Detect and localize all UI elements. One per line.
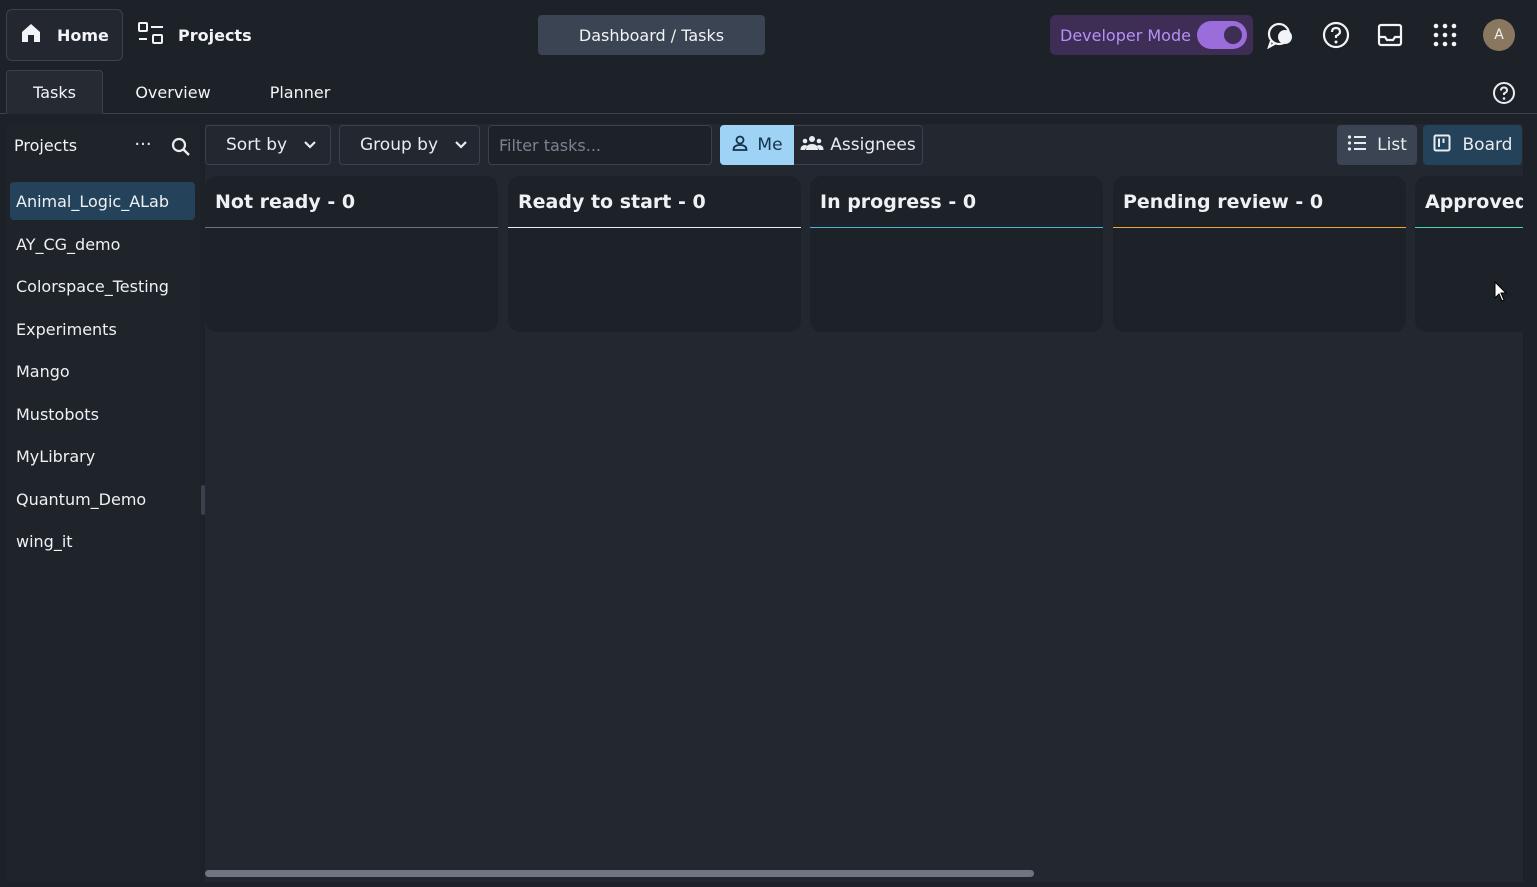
sidebar-header: Projects ··· (6, 124, 200, 168)
sidebar-item-experiments[interactable]: Experiments (10, 310, 195, 348)
column-approved: Approved - (1415, 176, 1523, 332)
sidebar-item-animal-logic-alab[interactable]: Animal_Logic_ALab (10, 182, 195, 220)
board-icon (1433, 134, 1451, 157)
column-title: Approved - (1425, 190, 1523, 213)
projects-sidebar: Projects ··· Animal_Logic_ALab AY_CG_dem… (6, 124, 200, 882)
home-button[interactable]: Home (6, 9, 123, 61)
sidebar-item-label: MyLibrary (16, 446, 96, 466)
column-title: Ready to start - 0 (518, 190, 706, 213)
tab-planner[interactable]: Planner (254, 70, 346, 114)
avatar[interactable]: A (1483, 19, 1515, 51)
sidebar-item-label: Mango (16, 361, 70, 381)
sidebar-item-label: Colorspace_Testing (16, 276, 169, 296)
apps-grid-icon[interactable] (1429, 18, 1461, 52)
task-board: Sort by Group by Me (205, 124, 1523, 882)
sidebar-item-quantum-demo[interactable]: Quantum_Demo (10, 480, 195, 518)
status-divider (205, 227, 498, 228)
help-icon[interactable] (1320, 18, 1352, 52)
horizontal-scrollbar[interactable] (205, 870, 1523, 877)
sidebar-item-mustobots[interactable]: Mustobots (10, 395, 195, 433)
sort-by-button[interactable]: Sort by (205, 125, 331, 165)
group-by-label: Group by (360, 135, 439, 155)
projects-button[interactable]: Projects (136, 14, 252, 56)
breadcrumb[interactable]: Dashboard / Tasks (538, 15, 765, 55)
tab-tasks-label: Tasks (33, 82, 76, 102)
home-icon (19, 21, 43, 49)
list-icon (1347, 134, 1367, 157)
column-pending-review: Pending review - 0 (1113, 176, 1406, 332)
tab-overview-label: Overview (135, 82, 211, 102)
page-help-icon[interactable] (1492, 81, 1516, 105)
chevron-down-icon (454, 135, 468, 155)
mouse-cursor-icon (1494, 280, 1508, 303)
tab-tasks[interactable]: Tasks (6, 70, 103, 114)
scrollbar-thumb[interactable] (205, 870, 1034, 877)
filter-tasks-input[interactable] (488, 125, 712, 165)
assignees-label: Assignees (830, 135, 916, 155)
status-divider (1415, 227, 1523, 228)
sidebar-item-label: AY_CG_demo (16, 234, 121, 254)
sidebar-item-label: Experiments (16, 319, 117, 339)
group-icon (800, 134, 824, 157)
person-icon (731, 134, 749, 157)
sidebar-item-wing-it[interactable]: wing_it (10, 522, 195, 560)
group-by-button[interactable]: Group by (339, 125, 480, 165)
sidebar-item-ay-cg-demo[interactable]: AY_CG_demo (10, 225, 195, 263)
top-bar: Home Projects Dashboard / Tasks Develope… (0, 0, 1537, 70)
me-label: Me (757, 135, 783, 155)
column-title: In progress - 0 (820, 190, 977, 213)
avatar-initial: A (1494, 27, 1504, 43)
sidebar-title: Projects (14, 136, 78, 155)
sidebar-item-label: wing_it (16, 531, 73, 551)
assignees-filter-button[interactable]: Assignees (794, 125, 923, 165)
status-divider (508, 227, 801, 228)
developer-mode-toggle[interactable] (1196, 21, 1247, 49)
sidebar-item-mango[interactable]: Mango (10, 352, 195, 390)
column-in-progress: In progress - 0 (810, 176, 1103, 332)
projects-label: Projects (178, 25, 252, 45)
chat-icon[interactable] (1265, 18, 1297, 52)
home-label: Home (57, 25, 109, 45)
list-label: List (1377, 135, 1407, 155)
column-not-ready: Not ready - 0 (205, 176, 498, 332)
status-divider (810, 227, 1103, 228)
list-view-button[interactable]: List (1337, 125, 1417, 165)
sidebar-item-mylibrary[interactable]: MyLibrary (10, 437, 195, 475)
sidebar-item-colorspace-testing[interactable]: Colorspace_Testing (10, 267, 195, 305)
sidebar-item-label: Animal_Logic_ALab (16, 191, 170, 211)
sidebar-item-label: Quantum_Demo (16, 489, 147, 509)
sidebar-item-label: Mustobots (16, 404, 99, 424)
inbox-icon[interactable] (1374, 18, 1406, 52)
developer-mode-label: Developer Mode (1060, 25, 1191, 45)
me-filter-button[interactable]: Me (720, 125, 794, 165)
breadcrumb-text: Dashboard / Tasks (578, 25, 725, 45)
column-ready-to-start: Ready to start - 0 (508, 176, 801, 332)
board-label: Board (1462, 135, 1513, 155)
status-divider (1113, 227, 1406, 228)
more-options-icon[interactable]: ··· (131, 134, 155, 158)
sort-by-label: Sort by (226, 135, 288, 155)
board-view-button[interactable]: Board (1423, 125, 1522, 165)
tab-overview[interactable]: Overview (120, 70, 226, 114)
column-title: Pending review - 0 (1123, 190, 1324, 213)
developer-mode-switch[interactable]: Developer Mode (1050, 15, 1253, 55)
search-icon[interactable] (170, 136, 192, 158)
chevron-down-icon (303, 135, 317, 155)
column-title: Not ready - 0 (215, 190, 356, 213)
tab-bar: Tasks Overview Planner (0, 70, 1537, 114)
projects-icon (136, 20, 166, 50)
tab-planner-label: Planner (269, 82, 331, 102)
